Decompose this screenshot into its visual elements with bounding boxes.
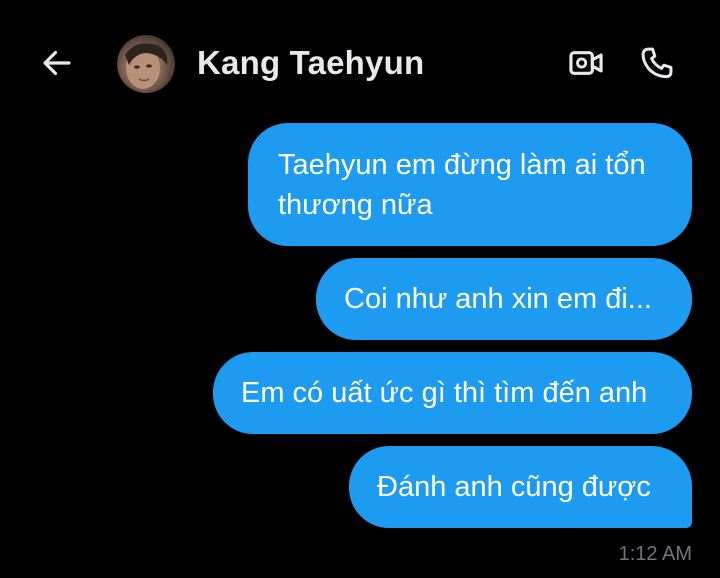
message-bubble[interactable]: Coi như anh xin em đi... (316, 258, 692, 340)
message-bubble[interactable]: Taehyun em đừng làm ai tổn thương nữa (248, 123, 692, 246)
message-list: Taehyun em đừng làm ai tổn thương nữa Co… (0, 0, 720, 578)
message-bubble[interactable]: Đánh anh cũng được (349, 446, 692, 528)
message-bubble[interactable]: Em có uất ức gì thì tìm đến anh (213, 352, 692, 434)
message-timestamp: 1:12 AM (618, 543, 692, 565)
